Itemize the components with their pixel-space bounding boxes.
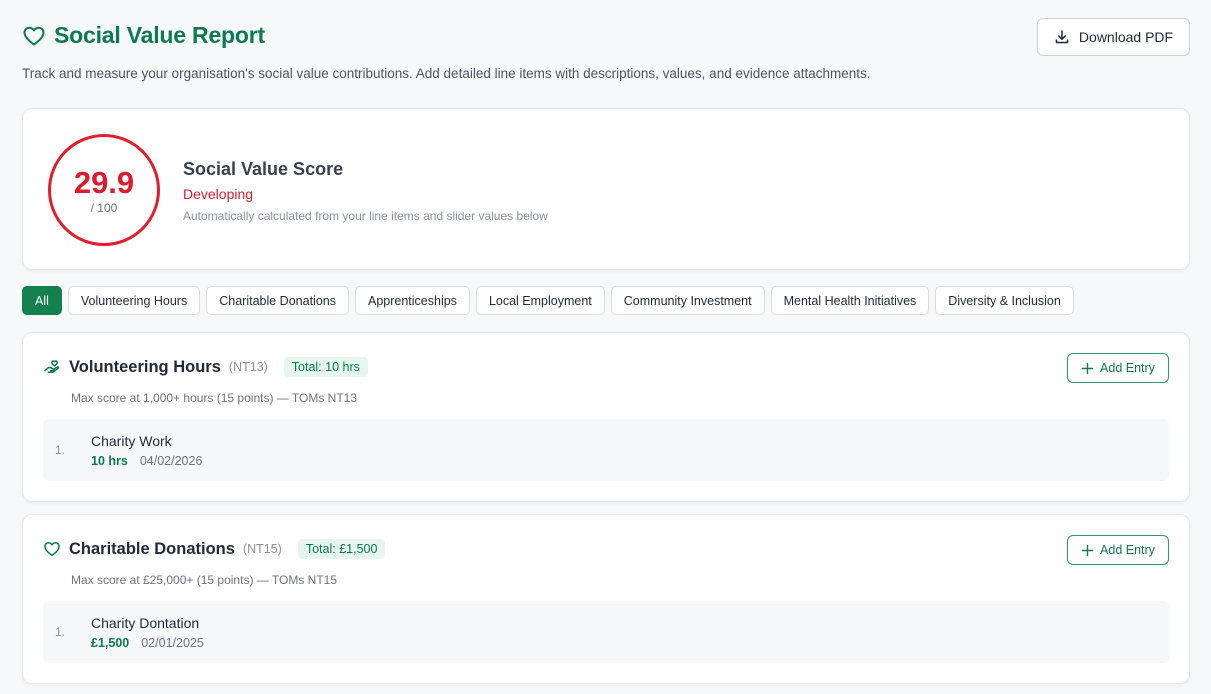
- heart-icon: [23, 26, 45, 45]
- add-entry-button[interactable]: Add Entry: [1067, 353, 1169, 383]
- page-title: Social Value Report: [54, 22, 265, 48]
- plus-icon: [1081, 544, 1094, 556]
- item-number: 1.: [55, 625, 66, 639]
- section-code: (NT13): [228, 360, 268, 374]
- score-status: Developing: [183, 186, 254, 202]
- section-note: Max score at 1,000+ hours (15 points) — …: [71, 391, 358, 405]
- section-note: Max score at £25,000+ (15 points) — TOMs…: [71, 573, 338, 587]
- filter-local-employment[interactable]: Local Employment: [475, 286, 605, 315]
- filter-mental-health-initiatives[interactable]: Mental Health Initiatives: [770, 286, 930, 315]
- list-item[interactable]: 1. Charity Dontation £1,500 02/01/2025: [43, 601, 1169, 663]
- score-description: Automatically calculated from your line …: [183, 209, 548, 223]
- add-entry-label: Add Entry: [1100, 543, 1155, 557]
- list-item[interactable]: 1. Charity Work 10 hrs 04/02/2026: [43, 419, 1169, 481]
- score-gauge: 29.9 / 100: [48, 134, 160, 246]
- download-icon: [1055, 30, 1069, 44]
- item-name: Charity Dontation: [91, 615, 200, 631]
- title-row: Social Value Report: [22, 22, 1189, 49]
- section-total-badge: Total: 10 hrs: [283, 357, 368, 377]
- add-entry-label: Add Entry: [1100, 361, 1155, 375]
- item-meta: 10 hrs 04/02/2026: [91, 454, 202, 468]
- section-charitable-donations: Charitable Donations (NT15) Total: £1,50…: [22, 514, 1190, 684]
- section-title: Volunteering Hours: [69, 357, 221, 376]
- page-header: Social Value Report: [22, 22, 1189, 62]
- item-meta: £1,500 02/01/2025: [91, 636, 204, 650]
- section-total-badge: Total: £1,500: [297, 539, 386, 559]
- page-subtitle: Track and measure your organisation's so…: [22, 66, 871, 81]
- filter-apprenticeships[interactable]: Apprenticeships: [354, 286, 470, 315]
- download-pdf-button[interactable]: Download PDF: [1037, 18, 1190, 56]
- add-entry-button[interactable]: Add Entry: [1067, 535, 1169, 565]
- category-filters: All Volunteering Hours Charitable Donati…: [22, 286, 1074, 315]
- item-date: 04/02/2026: [139, 454, 203, 468]
- score-card: 29.9 / 100 Social Value Score Developing…: [22, 108, 1190, 270]
- score-info: Social Value Score Developing Automatica…: [183, 159, 548, 223]
- score-value: 29.9: [73, 165, 135, 200]
- filter-diversity-inclusion[interactable]: Diversity & Inclusion: [935, 286, 1074, 315]
- download-pdf-label: Download PDF: [1078, 29, 1174, 45]
- item-value: £1,500: [91, 636, 130, 650]
- item-number: 1.: [55, 443, 66, 457]
- score-max: / 100: [90, 201, 118, 215]
- section-header: Volunteering Hours (NT13) Total: 10 hrs: [43, 357, 368, 377]
- score-title: Social Value Score: [183, 159, 344, 179]
- section-title: Charitable Donations: [69, 539, 235, 558]
- item-value: 10 hrs: [91, 454, 128, 468]
- section-volunteering-hours: Volunteering Hours (NT13) Total: 10 hrs …: [22, 332, 1190, 502]
- plus-icon: [1081, 362, 1094, 374]
- filter-volunteering-hours[interactable]: Volunteering Hours: [67, 286, 201, 315]
- heart-icon: [44, 542, 60, 557]
- filter-all[interactable]: All: [22, 286, 62, 315]
- section-header: Charitable Donations (NT15) Total: £1,50…: [43, 539, 386, 559]
- item-date: 02/01/2025: [141, 636, 204, 650]
- item-name: Charity Work: [91, 433, 172, 449]
- section-code: (NT15): [242, 542, 282, 556]
- hand-heart-icon: [44, 360, 60, 374]
- filter-community-investment[interactable]: Community Investment: [610, 286, 765, 315]
- filter-charitable-donations[interactable]: Charitable Donations: [206, 286, 349, 315]
